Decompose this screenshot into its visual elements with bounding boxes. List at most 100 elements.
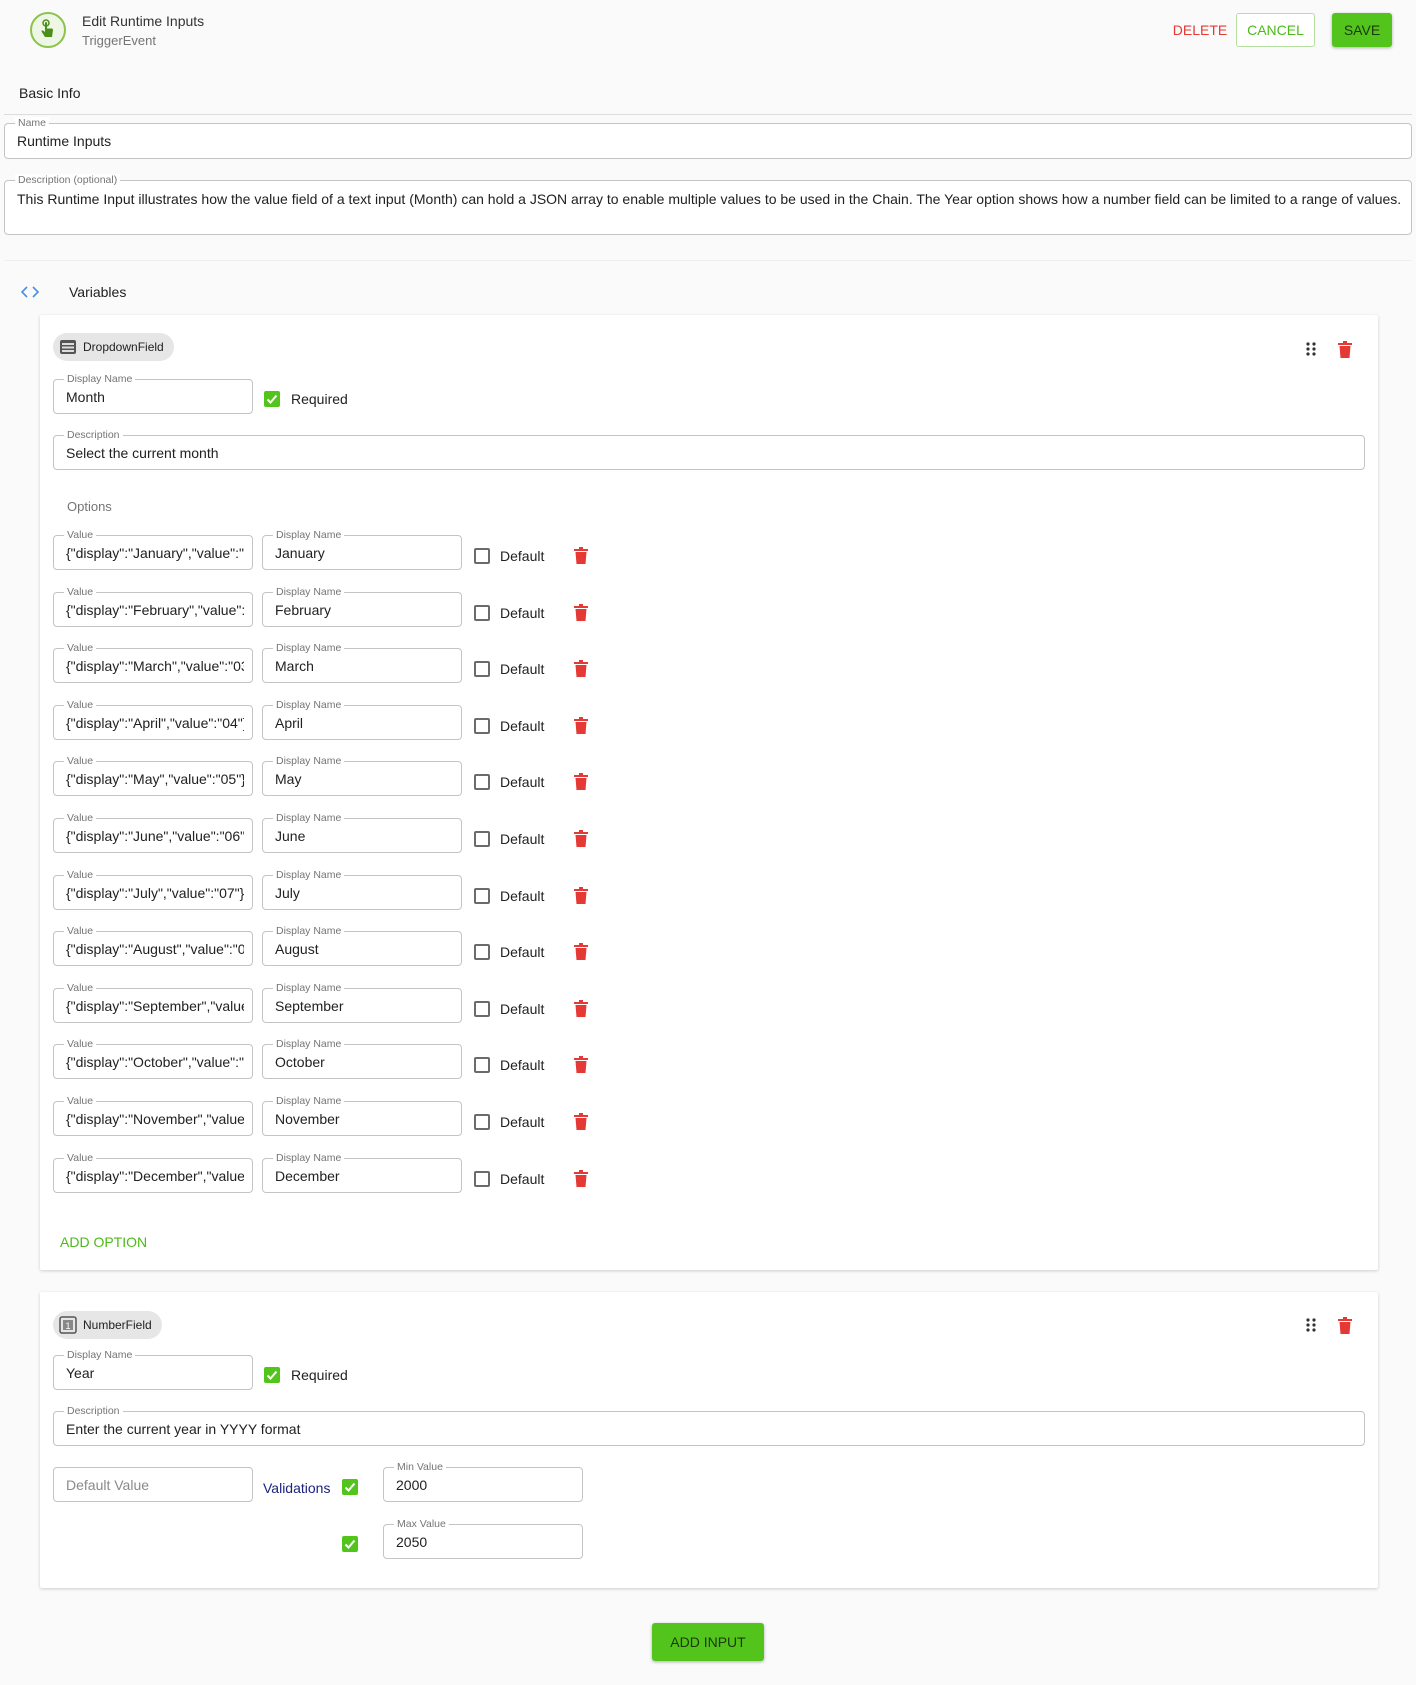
option-display-name-text: September — [275, 997, 344, 1014]
default-checkbox[interactable] — [474, 661, 490, 677]
option-display-name-field[interactable]: Display Name October — [262, 1038, 462, 1079]
default-checkbox[interactable] — [474, 1114, 490, 1130]
delete-option-icon[interactable] — [574, 717, 588, 734]
min-value-label: Min Value — [394, 1461, 446, 1473]
option-display-name-field[interactable]: Display Name July — [262, 869, 462, 910]
max-value-field[interactable]: Max Value 2050 — [383, 1518, 583, 1559]
cancel-button[interactable]: CANCEL — [1236, 13, 1315, 47]
required-checkbox[interactable] — [264, 1367, 280, 1383]
option-display-name-label: Display Name — [273, 755, 345, 767]
option-display-name-field[interactable]: Display Name May — [262, 755, 462, 796]
description-field[interactable]: Description (optional) This Runtime Inpu… — [4, 174, 1412, 235]
option-display-name-field[interactable]: Display Name December — [262, 1152, 462, 1193]
default-checkbox[interactable] — [474, 1001, 490, 1017]
delete-option-icon[interactable] — [574, 660, 588, 677]
delete-variable-icon[interactable] — [1338, 1317, 1352, 1334]
option-value-label: Value — [64, 812, 97, 824]
min-value-value: 2000 — [396, 1476, 428, 1493]
option-value-field[interactable]: Value {"display":"December","value":"12"} — [53, 1152, 253, 1193]
default-checkbox[interactable] — [474, 944, 490, 960]
option-display-name-field[interactable]: Display Name November — [262, 1095, 462, 1136]
option-display-name-label: Display Name — [273, 699, 345, 711]
delete-option-icon[interactable] — [574, 830, 588, 847]
year-display-name-field[interactable]: Display Name Year — [53, 1349, 253, 1390]
option-value-label: Value — [64, 1152, 97, 1164]
default-checkbox[interactable] — [474, 718, 490, 734]
delete-button[interactable]: DELETE — [1156, 13, 1244, 47]
list-icon — [59, 338, 77, 356]
default-checkbox[interactable] — [474, 831, 490, 847]
max-value-label: Max Value — [394, 1518, 449, 1530]
name-field[interactable]: Name Runtime Inputs — [4, 117, 1412, 159]
min-value-field[interactable]: Min Value 2000 — [383, 1461, 583, 1502]
delete-option-icon[interactable] — [574, 604, 588, 621]
required-checkbox[interactable] — [264, 391, 280, 407]
description-value: Enter the current year in YYYY format — [66, 1420, 301, 1437]
add-input-button[interactable]: ADD INPUT — [652, 1623, 764, 1661]
option-value-text: {"display":"September","value":"09"} — [66, 997, 244, 1014]
option-value-field[interactable]: Value {"display":"August","value":"08"} — [53, 925, 253, 966]
delete-option-icon[interactable] — [574, 1113, 588, 1130]
delete-option-icon[interactable] — [574, 887, 588, 904]
required-label: Required — [291, 1367, 348, 1383]
option-value-field[interactable]: Value {"display":"May","value":"05"} — [53, 755, 253, 796]
default-value-input[interactable]: Default Value — [53, 1467, 253, 1502]
option-value-label: Value — [64, 925, 97, 937]
description-label: Description — [64, 1405, 123, 1417]
option-display-name-field[interactable]: Display Name August — [262, 925, 462, 966]
number-field-chip: 1 NumberField — [53, 1311, 162, 1339]
default-checkbox[interactable] — [474, 605, 490, 621]
option-value-field[interactable]: Value {"display":"June","value":"06"} — [53, 812, 253, 853]
delete-option-icon[interactable] — [574, 1056, 588, 1073]
min-value-checkbox[interactable] — [342, 1479, 358, 1495]
max-value-value: 2050 — [396, 1533, 428, 1550]
year-description-field[interactable]: Description Enter the current year in YY… — [53, 1405, 1365, 1446]
option-display-name-field[interactable]: Display Name March — [262, 642, 462, 683]
option-display-name-field[interactable]: Display Name September — [262, 982, 462, 1023]
required-label: Required — [291, 391, 348, 407]
default-checkbox[interactable] — [474, 548, 490, 564]
option-value-field[interactable]: Value {"display":"November","value":"11"} — [53, 1095, 253, 1136]
option-display-name-field[interactable]: Display Name June — [262, 812, 462, 853]
validations-label: Validations — [263, 1480, 331, 1496]
max-value-checkbox[interactable] — [342, 1536, 358, 1552]
option-value-field[interactable]: Value {"display":"February","value":"02"} — [53, 586, 253, 627]
month-display-name-field[interactable]: Display Name Month — [53, 373, 253, 414]
option-display-name-field[interactable]: Display Name February — [262, 586, 462, 627]
month-description-field[interactable]: Description Select the current month — [53, 429, 1365, 470]
option-value-field[interactable]: Value {"display":"January","value":"01"} — [53, 529, 253, 570]
option-display-name-label: Display Name — [273, 1038, 345, 1050]
option-value-text: {"display":"December","value":"12"} — [66, 1167, 244, 1184]
default-label: Default — [500, 831, 545, 847]
delete-option-icon[interactable] — [574, 547, 588, 564]
default-checkbox[interactable] — [474, 888, 490, 904]
default-checkbox[interactable] — [474, 774, 490, 790]
code-brackets-icon[interactable] — [20, 284, 40, 300]
delete-variable-icon[interactable] — [1338, 341, 1352, 358]
default-checkbox[interactable] — [474, 1171, 490, 1187]
option-display-name-field[interactable]: Display Name April — [262, 699, 462, 740]
delete-option-icon[interactable] — [574, 1170, 588, 1187]
option-display-name-field[interactable]: Display Name January — [262, 529, 462, 570]
option-value-label: Value — [64, 869, 97, 881]
add-option-button[interactable]: ADD OPTION — [60, 1234, 147, 1250]
option-value-field[interactable]: Value {"display":"October","value":"10"} — [53, 1038, 253, 1079]
option-value-text: {"display":"January","value":"01"} — [66, 544, 244, 561]
drag-handle-icon[interactable] — [1306, 1318, 1316, 1332]
option-value-field[interactable]: Value {"display":"March","value":"03"} — [53, 642, 253, 683]
option-value-field[interactable]: Value {"display":"April","value":"04"} — [53, 699, 253, 740]
option-value-text: {"display":"March","value":"03"} — [66, 657, 244, 674]
svg-text:1: 1 — [65, 1321, 70, 1331]
options-heading: Options — [67, 499, 112, 514]
option-value-field[interactable]: Value {"display":"July","value":"07"} — [53, 869, 253, 910]
option-value-text: {"display":"July","value":"07"} — [66, 884, 244, 901]
default-checkbox[interactable] — [474, 1057, 490, 1073]
save-button[interactable]: SAVE — [1332, 13, 1392, 47]
drag-handle-icon[interactable] — [1306, 342, 1316, 356]
delete-option-icon[interactable] — [574, 773, 588, 790]
option-value-field[interactable]: Value {"display":"September","value":"09"… — [53, 982, 253, 1023]
check-icon — [266, 394, 278, 404]
option-value-text: {"display":"April","value":"04"} — [66, 714, 244, 731]
delete-option-icon[interactable] — [574, 1000, 588, 1017]
delete-option-icon[interactable] — [574, 943, 588, 960]
